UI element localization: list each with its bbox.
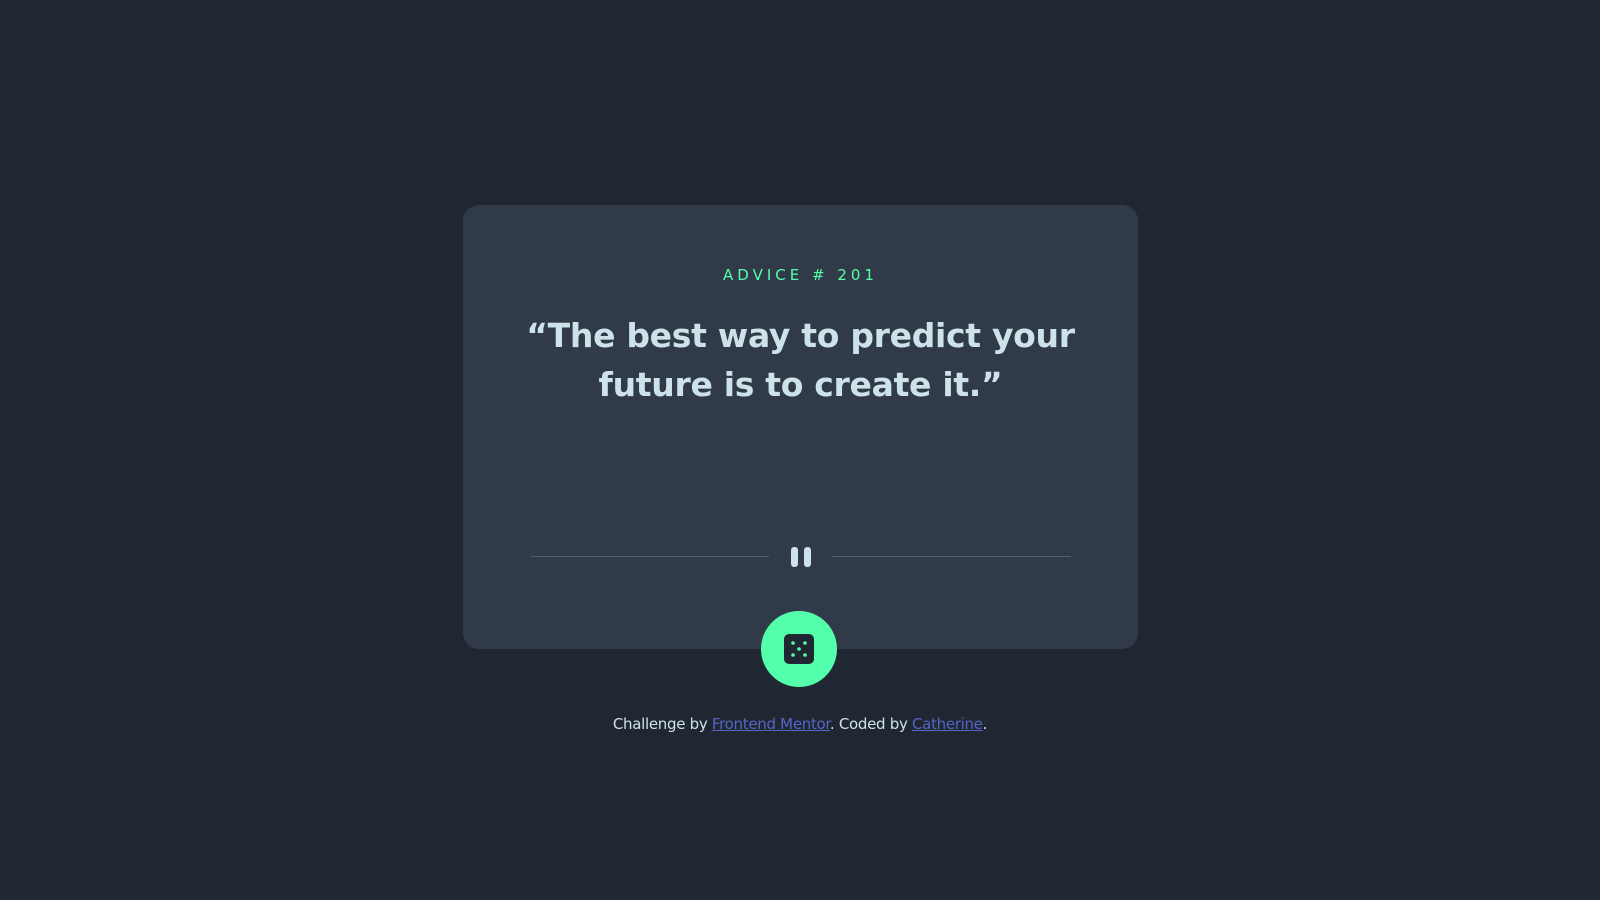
- advice-card: ADVICE # 201 “The best way to predict yo…: [463, 205, 1138, 649]
- attribution-footer: Challenge by Frontend Mentor. Coded by C…: [0, 715, 1600, 733]
- advice-number: ADVICE # 201: [723, 266, 878, 284]
- footer-text-suffix: .: [982, 715, 988, 733]
- author-link[interactable]: Catherine: [912, 715, 983, 733]
- divider-line-left: [531, 556, 769, 557]
- dice-button[interactable]: [761, 611, 837, 687]
- pattern-divider: [531, 547, 1071, 567]
- footer-text-prefix: Challenge by: [612, 715, 712, 733]
- divider-line-right: [832, 556, 1071, 557]
- pause-icon: [791, 547, 811, 567]
- footer-text-middle: . Coded by: [829, 715, 912, 733]
- frontend-mentor-link[interactable]: Frontend Mentor: [712, 715, 830, 733]
- dice-icon: [784, 634, 814, 664]
- advice-quote: “The best way to predict your future is …: [526, 316, 1075, 404]
